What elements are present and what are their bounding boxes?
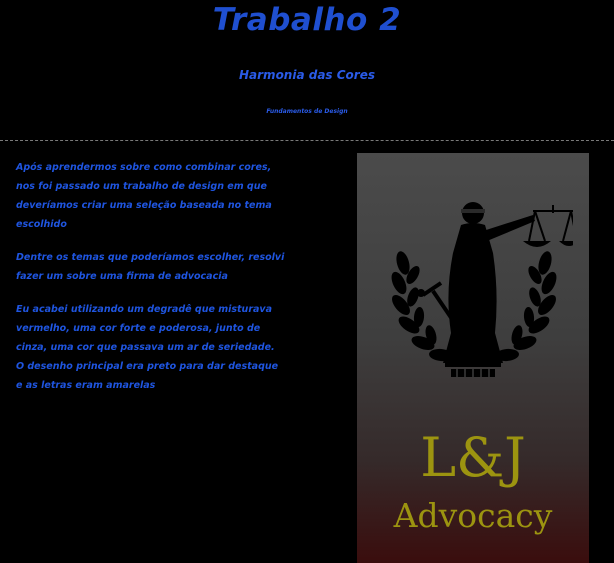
advocacy-poster: L&J Advocacy xyxy=(357,153,589,563)
page-header: Trabalho 2 Harmonia das Cores Fundamento… xyxy=(0,0,614,140)
page-caption: Fundamentos de Design xyxy=(266,108,348,115)
page-title: Trabalho 2 xyxy=(212,2,402,38)
description-paragraph-1: Após aprendermos sobre como combinar cor… xyxy=(16,162,272,230)
page-subtitle: Harmonia das Cores xyxy=(239,68,375,82)
brand-name: L&J xyxy=(420,426,526,489)
section-divider xyxy=(0,140,614,141)
description-paragraph-2: Dentre os temas que poderíamos escolher,… xyxy=(16,252,285,282)
description-section: Após aprendermos sobre como combinar cor… xyxy=(16,158,286,409)
brand-subtitle: Advocacy xyxy=(393,496,553,535)
description-paragraph-3: Eu acabei utilizando um degradê que mist… xyxy=(16,304,279,391)
lady-justice-icon xyxy=(391,202,573,377)
